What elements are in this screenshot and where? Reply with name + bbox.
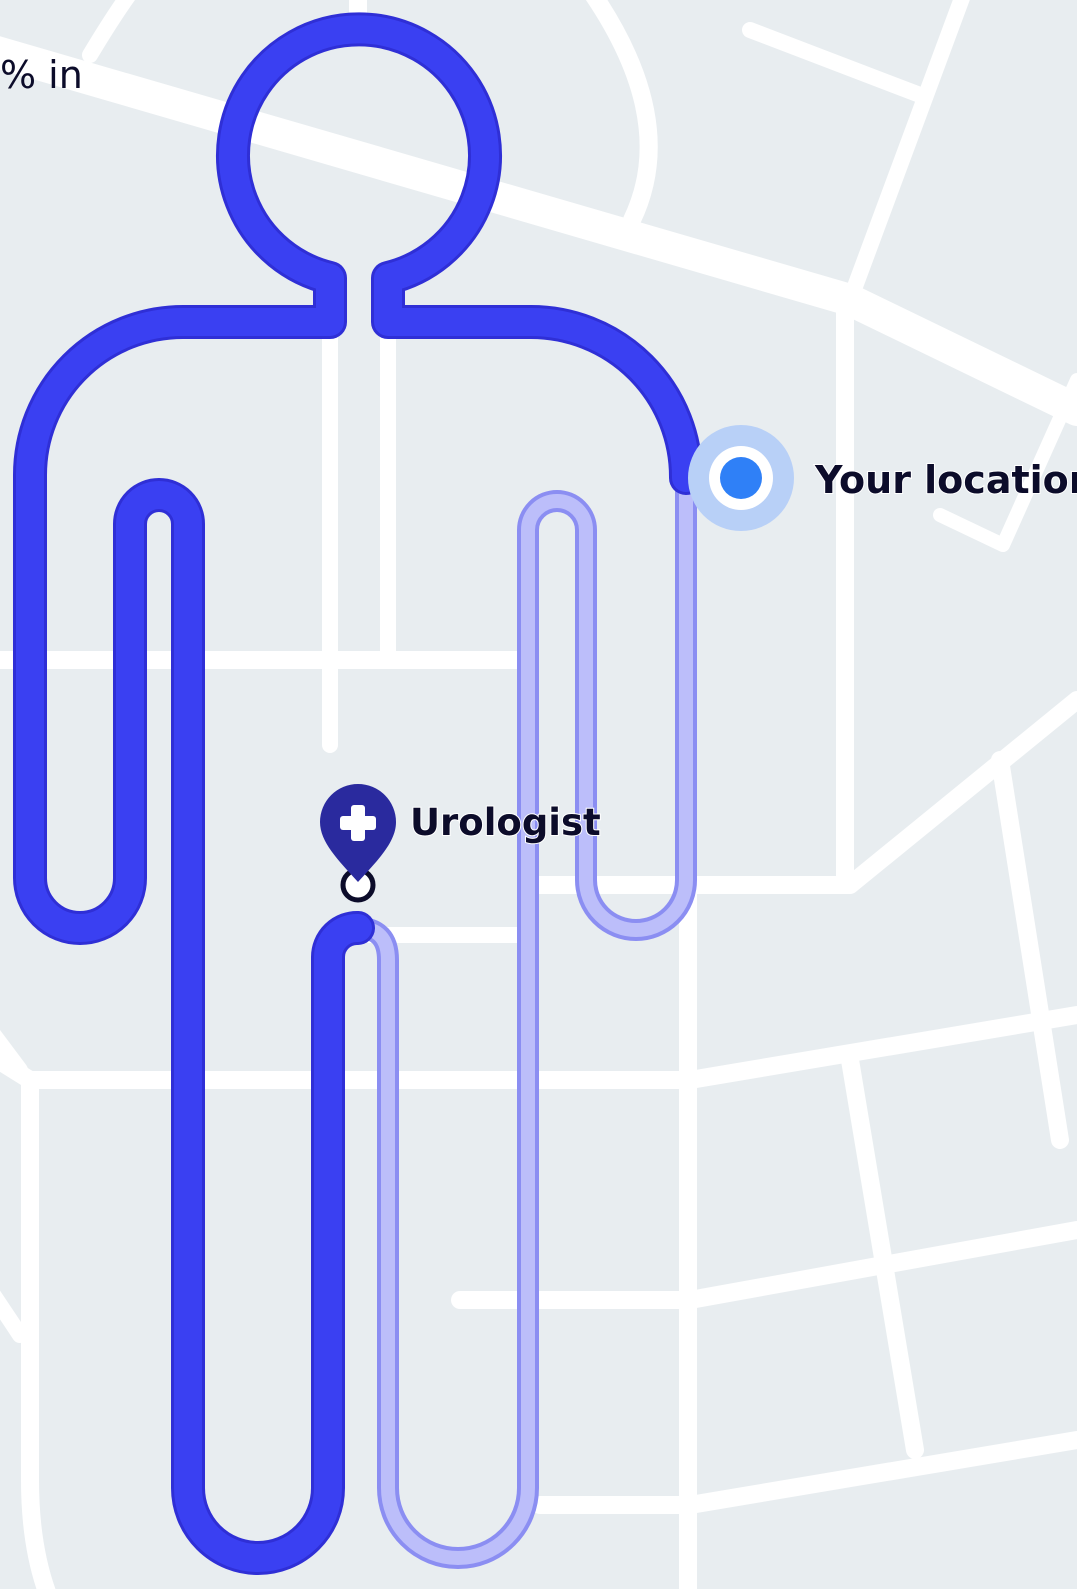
- your-location-marker[interactable]: [688, 425, 794, 531]
- your-location-label: Your location: [814, 458, 1077, 502]
- street-diagonal-top: [742, 22, 928, 103]
- urologist-pin[interactable]: [320, 784, 396, 903]
- street-diagonal-right: [842, 0, 970, 308]
- curved-road-right: [585, 0, 658, 229]
- street-v5: [991, 751, 1069, 1149]
- street-left-curve: [21, 1071, 56, 1589]
- curved-road-left: [82, 0, 135, 63]
- street-left-diag: [0, 1290, 28, 1343]
- street-h2: [521, 691, 1077, 894]
- street-h5: [451, 1221, 1077, 1309]
- location-dot-icon: [720, 457, 762, 499]
- street-h6: [531, 1431, 1077, 1514]
- map-canvas[interactable]: Your location Urologist % in: [0, 0, 1077, 1589]
- route-remaining: [347, 467, 697, 1569]
- corner-text: % in: [0, 53, 83, 97]
- urologist-label: Urologist: [410, 801, 601, 844]
